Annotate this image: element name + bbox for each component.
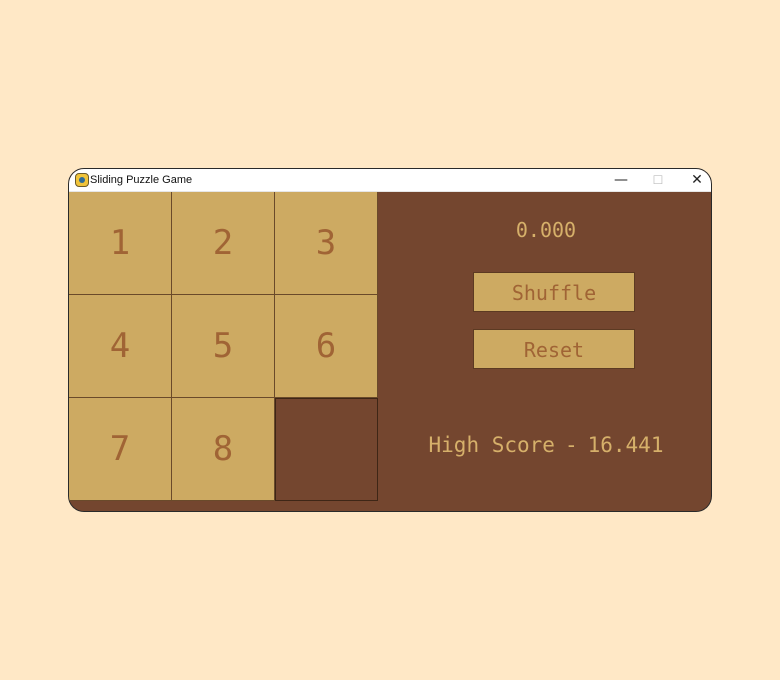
tile-2[interactable]: 2 [172,192,275,295]
high-score: High Score -16.441 [379,433,711,457]
tile-6[interactable]: 6 [275,295,378,398]
timer-display: 0.000 [515,218,577,242]
tile-5[interactable]: 5 [172,295,275,398]
high-score-separator: - [564,433,578,457]
app-icon [75,173,89,187]
puzzle-board: 1 2 3 4 5 6 7 8 [69,192,379,502]
tile-3[interactable]: 3 [275,192,378,295]
reset-button[interactable]: Reset [473,329,635,369]
tile-8[interactable]: 8 [172,398,275,501]
game-window: Sliding Puzzle Game — ☐ ✕ 1 2 3 4 5 6 7 … [68,168,712,512]
tile-7[interactable]: 7 [69,398,172,501]
empty-slot[interactable] [275,398,378,501]
shuffle-button[interactable]: Shuffle [473,272,635,312]
tile-4[interactable]: 4 [69,295,172,398]
high-score-label: High Score [428,433,555,457]
minimize-button[interactable]: — [603,169,639,191]
tile-1[interactable]: 1 [69,192,172,295]
title-bar: Sliding Puzzle Game — ☐ ✕ [69,169,711,192]
maximize-button[interactable]: ☐ [640,169,676,191]
high-score-value: 16.441 [587,433,664,457]
side-panel: 0.000 Shuffle Reset High Score -16.441 [379,192,711,511]
close-button[interactable]: ✕ [679,169,711,191]
window-title: Sliding Puzzle Game [90,174,193,186]
